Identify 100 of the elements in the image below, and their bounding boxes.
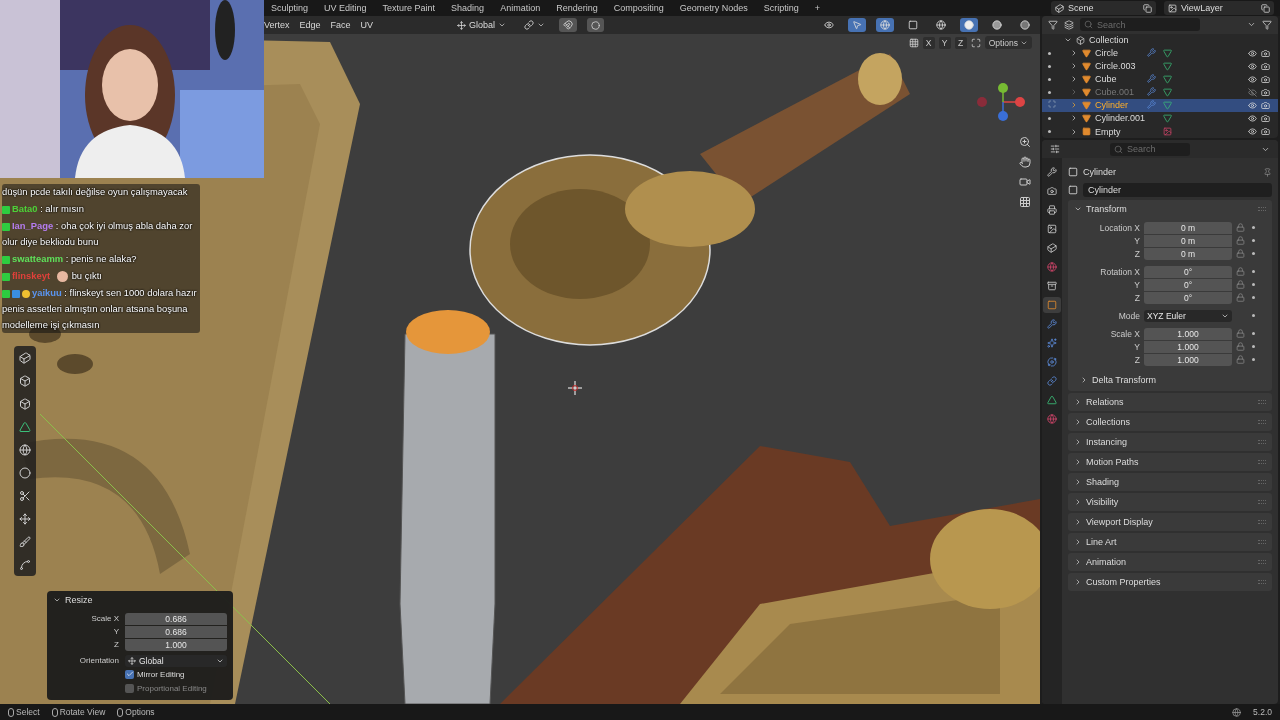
brush-icon[interactable] — [16, 533, 34, 550]
camera-icon[interactable] — [1261, 113, 1270, 123]
lock-icon[interactable] — [1236, 280, 1245, 289]
zoom-icon[interactable] — [1017, 134, 1032, 149]
workspace-tab[interactable]: Compositing — [606, 0, 671, 16]
camera-icon[interactable] — [1261, 48, 1270, 58]
menu-item[interactable]: Vertex — [264, 20, 290, 30]
camera-icon[interactable] — [1261, 87, 1270, 97]
chevron-right-icon — [1080, 376, 1088, 384]
number-field[interactable]: 0.686 — [125, 612, 227, 625]
menu-item[interactable]: Edge — [299, 20, 321, 30]
axis-toggle[interactable]: Z — [954, 36, 967, 49]
proportional-button[interactable] — [587, 18, 605, 32]
add-workspace-button[interactable]: + — [807, 0, 828, 16]
panel-header[interactable]: Visibility — [1068, 493, 1272, 511]
workspace-tab[interactable]: UV Editing — [317, 0, 374, 16]
eye-icon[interactable] — [1248, 48, 1257, 58]
lock-icon[interactable] — [1236, 223, 1245, 232]
panel-header[interactable]: Animation — [1068, 553, 1272, 571]
panel-header[interactable]: Collections — [1068, 413, 1272, 431]
pin-icon[interactable] — [1263, 167, 1272, 177]
outliner-item[interactable]: Cylinder — [1042, 98, 1278, 112]
eye-icon[interactable] — [1248, 74, 1257, 84]
hand-icon[interactable] — [1017, 154, 1032, 169]
name-field[interactable]: Cylinder — [1083, 183, 1272, 197]
sphere-icon[interactable] — [16, 441, 34, 458]
shading-button[interactable] — [960, 18, 978, 32]
panel-header[interactable]: Delta Transform — [1080, 374, 1266, 386]
gizmo-button[interactable] — [848, 18, 866, 32]
eye-icon[interactable] — [1248, 127, 1257, 136]
axis-toggle[interactable]: Y — [938, 36, 951, 49]
workspace-tab[interactable]: Animation — [493, 0, 548, 16]
orientation-dropdown[interactable]: Global — [453, 18, 511, 32]
lock-icon[interactable] — [1236, 249, 1245, 258]
panel-header[interactable]: Relations — [1068, 393, 1272, 411]
number-field[interactable]: 0° — [1144, 278, 1232, 291]
workspace-tab[interactable]: Shading — [444, 0, 492, 16]
overlay-button[interactable] — [876, 18, 894, 32]
scene-selector[interactable]: Scene — [1051, 1, 1156, 15]
workspace-tab[interactable]: Texture Paint — [375, 0, 443, 16]
circle-icon[interactable] — [16, 464, 34, 481]
cube-icon[interactable] — [16, 349, 34, 366]
number-field[interactable]: 1.000 — [1144, 353, 1232, 366]
number-field[interactable]: 0 m — [1144, 234, 1232, 247]
options-button[interactable]: Options — [984, 36, 1032, 49]
panel-header[interactable]: Motion Paths — [1068, 453, 1272, 471]
panel-header[interactable]: Viewport Display — [1068, 513, 1272, 531]
camera-icon[interactable] — [1261, 61, 1270, 71]
number-field[interactable]: 1.000 — [1144, 340, 1232, 353]
lock-icon[interactable] — [1236, 236, 1245, 245]
menu-item[interactable]: Face — [330, 20, 351, 30]
link-icon — [1047, 376, 1057, 386]
eye-icon[interactable] — [1248, 100, 1257, 110]
workspace-tab[interactable]: Rendering — [549, 0, 605, 16]
camera-icon[interactable] — [1261, 100, 1270, 110]
menu-item[interactable]: UV — [360, 20, 374, 30]
number-field[interactable]: 0° — [1144, 291, 1232, 304]
number-field[interactable]: 1.000 — [1144, 327, 1232, 340]
lock-icon[interactable] — [1236, 342, 1245, 351]
grid-icon[interactable] — [1017, 194, 1032, 209]
chevron-right-icon — [1074, 418, 1082, 426]
outliner-item[interactable]: Circle — [1042, 46, 1278, 60]
panel-header[interactable]: Instancing — [1068, 433, 1272, 451]
eye-icon[interactable] — [1248, 61, 1257, 71]
snap-button[interactable] — [559, 18, 578, 32]
lock-icon[interactable] — [1236, 355, 1245, 364]
outliner-item[interactable]: Cylinder.001 — [1042, 111, 1278, 125]
outliner-item[interactable]: Circle.003 — [1042, 59, 1278, 73]
workspace-tab[interactable]: Geometry Nodes — [672, 0, 755, 16]
checkbox[interactable] — [125, 683, 134, 693]
checkbox[interactable] — [125, 669, 134, 679]
properties-tab[interactable] — [1043, 297, 1061, 313]
lock-icon[interactable] — [1236, 267, 1245, 276]
number-field[interactable]: 0° — [1144, 265, 1232, 278]
field-label: Y — [1133, 341, 1140, 352]
eye-icon[interactable] — [1248, 113, 1257, 123]
panel-header[interactable]: Shading — [1068, 473, 1272, 491]
number-field[interactable]: 0.686 — [125, 625, 227, 638]
panel-header[interactable]: Custom Properties — [1068, 573, 1272, 591]
orientation-dropdown[interactable]: Global — [125, 654, 227, 667]
outliner-item[interactable]: Empty — [1042, 125, 1278, 138]
workspace-tab[interactable]: Sculpting — [264, 0, 316, 16]
panel-header[interactable]: Resize — [53, 594, 227, 606]
view-layer-selector[interactable]: ViewLayer — [1164, 1, 1274, 15]
axis-toggle[interactable]: X — [922, 36, 935, 49]
lock-icon[interactable] — [1236, 329, 1245, 338]
panel-header[interactable]: Line Art — [1068, 533, 1272, 551]
camera-icon[interactable] — [1261, 74, 1270, 84]
lock-icon[interactable] — [1236, 293, 1245, 302]
arrow-icon — [852, 20, 862, 30]
outliner-item[interactable]: Collection — [1042, 33, 1278, 47]
outliner-item[interactable]: Cube — [1042, 72, 1278, 86]
camera-icon[interactable] — [1261, 127, 1270, 136]
eye-closed-icon[interactable] — [1248, 87, 1257, 97]
mode-dropdown[interactable]: XYZ Euler — [1144, 309, 1232, 322]
panel-header[interactable]: Transform — [1074, 203, 1266, 215]
workspace-tab[interactable]: Scripting — [756, 0, 806, 16]
number-field[interactable]: 0 m — [1144, 247, 1232, 260]
number-field[interactable]: 1.000 — [125, 638, 227, 651]
number-field[interactable]: 0 m — [1144, 221, 1232, 234]
